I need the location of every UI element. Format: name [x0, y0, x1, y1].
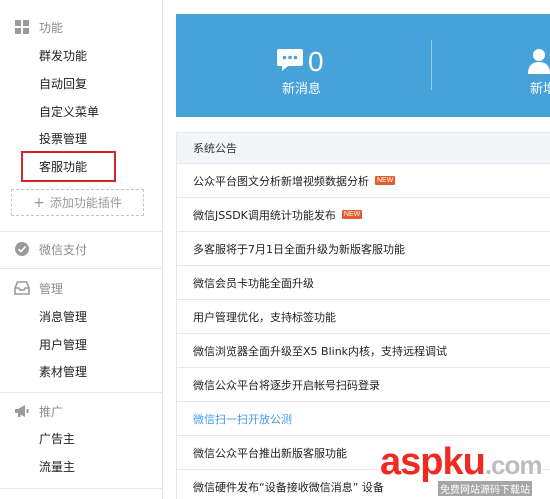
sidebar-item-auto-reply[interactable]: 自动回复: [39, 76, 87, 92]
sidebar-divider: [0, 268, 163, 269]
user-icon[interactable]: [528, 48, 550, 78]
sidebar: 功能 群发功能 自动回复 自定义菜单 投票管理 客服功能 + 添加功能插件 微信…: [0, 0, 163, 499]
chat-bubble-icon: [276, 47, 304, 77]
announcement-row[interactable]: 公众平台图文分析新增视频数据分析 NEW: [177, 164, 550, 198]
new-users-label: 新增: [530, 82, 550, 97]
watermark-suffix: .com: [484, 450, 543, 480]
new-messages-count: 0: [308, 46, 324, 77]
watermark: aspku.com 免费网站源码下载站: [380, 440, 550, 499]
announcement-title: 公众平台图文分析新增视频数据分析: [193, 174, 369, 188]
announcement-header: 系统公告: [177, 132, 550, 164]
main-content: 0 新消息 新增 系统公告 公众平台图文分析新增视频数据分析 NEW 微信JSS…: [176, 14, 550, 499]
section-label-manage: 管理: [39, 281, 64, 296]
section-label-promo: 推广: [39, 404, 64, 419]
sidebar-item-users[interactable]: 用户管理: [39, 337, 87, 353]
section-label-function: 功能: [39, 20, 64, 35]
highlight-box: [21, 151, 116, 182]
grid-icon: [14, 19, 30, 35]
section-label-pay: 微信支付: [39, 242, 88, 257]
announcement-title: 微信公众平台将逐步开启帐号扫码登录: [193, 378, 380, 392]
sidebar-item-custom-menu[interactable]: 自定义菜单: [39, 104, 99, 120]
app-root: 功能 群发功能 自动回复 自定义菜单 投票管理 客服功能 + 添加功能插件 微信…: [0, 0, 550, 499]
sidebar-item-vote[interactable]: 投票管理: [39, 131, 87, 147]
watermark-tagline: 免费网站源码下载站: [438, 481, 532, 496]
sidebar-item-messages[interactable]: 消息管理: [39, 309, 87, 325]
announcement-title: 微信扫一扫开放公测: [193, 412, 292, 426]
announcement-row[interactable]: 用户管理优化，支持标签功能: [177, 300, 550, 334]
announcement-row[interactable]: 微信扫一扫开放公测: [177, 402, 550, 436]
add-plugin-label: 添加功能插件: [49, 196, 122, 210]
announcement-title: 微信公众平台推出新版客服功能: [193, 446, 347, 460]
sidebar-section-promo: 推广: [14, 401, 63, 421]
announcement-row[interactable]: 多客服将于7月1日全面升级为新版客服功能: [177, 232, 550, 266]
announcement-title: 多客服将于7月1日全面升级为新版客服功能: [193, 242, 405, 256]
sidebar-item-mass-send[interactable]: 群发功能: [39, 48, 87, 64]
sidebar-item-materials[interactable]: 素材管理: [39, 364, 87, 380]
announcement-row[interactable]: 微信浏览器全面升级至X5 Blink内核，支持远程调试: [177, 334, 550, 368]
banner-divider: [431, 40, 432, 90]
watermark-logo: aspku.com: [380, 440, 543, 487]
announcement-title: 微信硬件发布“设备接收微信消息” 设备: [193, 481, 384, 494]
announcement-title: 微信JSSDK调用统计功能发布: [193, 208, 336, 222]
sidebar-section-function: 功能: [14, 17, 63, 37]
sidebar-section-pay[interactable]: 微信支付: [14, 239, 87, 259]
megaphone-icon: [14, 403, 30, 419]
announcement-title: 用户管理优化，支持标签功能: [193, 310, 336, 324]
sidebar-divider: [0, 392, 163, 393]
sidebar-section-manage: 管理: [14, 278, 63, 298]
wechat-pay-icon: [14, 241, 30, 257]
inbox-icon: [14, 280, 30, 296]
plus-icon: +: [33, 194, 45, 211]
announcement-row[interactable]: 微信会员卡功能全面升级: [177, 266, 550, 300]
sidebar-item-advertiser[interactable]: 广告主: [39, 431, 75, 447]
watermark-brand: aspku: [380, 441, 486, 483]
stats-banner: 0 新消息 新增: [176, 14, 550, 117]
new-badge: NEW: [341, 210, 363, 219]
sidebar-divider: [0, 488, 163, 489]
announcement-row[interactable]: 微信公众平台将逐步开启帐号扫码登录: [177, 368, 550, 402]
new-badge: NEW: [375, 176, 396, 185]
announcement-row[interactable]: 微信JSSDK调用统计功能发布 NEW: [177, 198, 550, 232]
announcement-title: 微信会员卡功能全面升级: [193, 276, 314, 290]
new-messages-stat[interactable]: 0: [276, 47, 324, 77]
new-messages-label: 新消息: [282, 82, 322, 97]
announcement-title: 微信浏览器全面升级至X5 Blink内核，支持远程调试: [193, 344, 448, 358]
add-plugin-button[interactable]: + 添加功能插件: [11, 189, 144, 216]
sidebar-item-publisher[interactable]: 流量主: [39, 459, 75, 475]
sidebar-divider: [0, 231, 163, 232]
